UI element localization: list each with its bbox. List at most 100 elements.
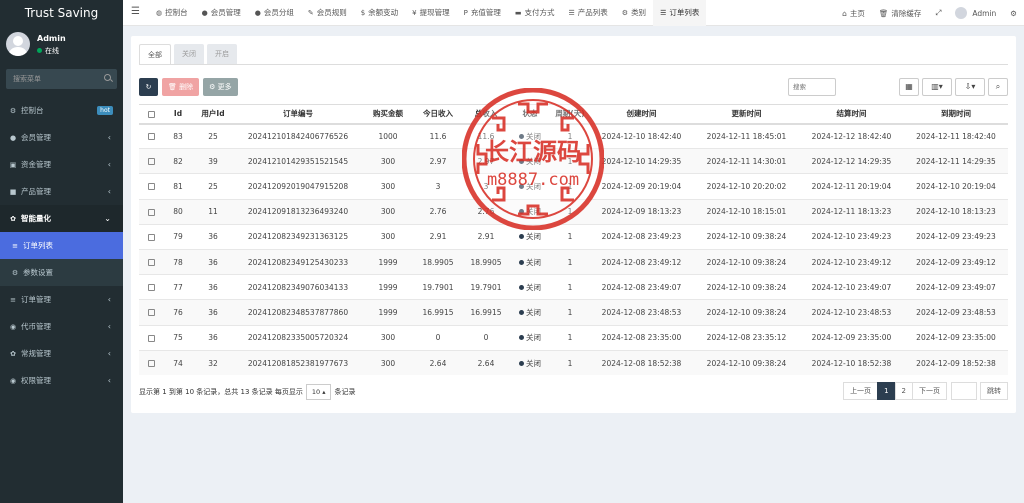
home-link[interactable]: ⌂ 主页 bbox=[835, 8, 872, 19]
tab-closed[interactable]: 关闭 bbox=[174, 44, 204, 64]
col-header[interactable]: 购买金额 bbox=[363, 104, 413, 125]
next-page-button[interactable]: 下一页 bbox=[912, 382, 947, 400]
prev-page-button[interactable]: 上一页 bbox=[843, 382, 879, 400]
col-header[interactable]: 状态 bbox=[509, 104, 551, 125]
table-row[interactable]: 75 36 202412082335005720324 300 0 0 关闭 1 2024-12… bbox=[139, 324, 1008, 351]
more-button[interactable]: ⚙ 更多 bbox=[203, 78, 238, 96]
status-label: 关闭 bbox=[526, 232, 541, 242]
table-cell: 2024-12-10 23:49:07 bbox=[799, 274, 904, 300]
sidebar-item-funds[interactable]: ▣ 资金管理 ‹ bbox=[0, 151, 123, 178]
clear-cache-button[interactable]: 🗑 清除缓存 bbox=[872, 8, 929, 19]
col-header[interactable]: 订单编号 bbox=[233, 104, 363, 125]
table-row[interactable]: 77 36 202412082349076034133 1999 19.7901 19.7… bbox=[139, 274, 1008, 300]
table-cell: 1000 bbox=[363, 122, 413, 149]
settings-button[interactable]: ⚙ bbox=[1003, 9, 1024, 18]
brand-logo[interactable]: Trust Saving bbox=[0, 0, 123, 26]
search-icon: ⌕ bbox=[995, 82, 1001, 91]
pager-info-text: 显示第 1 到第 10 条记录，总共 13 条记录 每页显示 bbox=[139, 388, 303, 396]
table-cell: 2.64 bbox=[463, 349, 509, 376]
table-row[interactable]: 74 32 202412081852381977673 300 2.64 2.64 关闭 1 2… bbox=[139, 349, 1008, 376]
sidebar-item-general[interactable]: ✿ 常规管理 ‹ bbox=[0, 340, 123, 367]
sidebar-item-dashboard[interactable]: ⚙ 控制台 hot bbox=[0, 97, 123, 124]
columns-button[interactable]: ▥▾ bbox=[922, 78, 952, 96]
table-row[interactable]: 79 36 202412082349231363125 300 2.91 2.91 关闭 1 2… bbox=[139, 223, 1008, 250]
col-header[interactable]: 周期(天) bbox=[551, 104, 589, 125]
tab-payment[interactable]: ▬ 支付方式 bbox=[508, 0, 562, 26]
toggle-view-button[interactable]: ▦ bbox=[899, 78, 919, 96]
tab-recharge[interactable]: P 充值管理 bbox=[457, 0, 508, 26]
sidebar-item-orders[interactable]: ≡ 订单管理 ‹ bbox=[0, 286, 123, 313]
sidebar-item-tokens[interactable]: ◉ 代币管理 ‹ bbox=[0, 313, 123, 340]
row-checkbox[interactable] bbox=[139, 349, 163, 376]
sidebar-item-permissions[interactable]: ◉ 权限管理 ‹ bbox=[0, 367, 123, 394]
tab-category[interactable]: ⚙ 类别 bbox=[615, 0, 653, 26]
search-button[interactable]: ⌕ bbox=[988, 78, 1008, 96]
sidebar-item-products[interactable]: ■ 产品管理 ‹ bbox=[0, 178, 123, 205]
sidebar-search-input[interactable] bbox=[6, 69, 96, 89]
sidebar-item-params[interactable]: ⚙ 参数设置 bbox=[0, 259, 123, 286]
tab-balance[interactable]: $ 余额变动 bbox=[354, 0, 405, 26]
page-jump-input[interactable] bbox=[951, 382, 977, 400]
table-row[interactable]: 76 36 202412082348537877860 1999 16.9915 16.9… bbox=[139, 299, 1008, 325]
tab-order-list[interactable]: ☰ 订单列表 bbox=[653, 0, 707, 26]
sidebar-item-members[interactable]: ● 会员管理 ‹ bbox=[0, 124, 123, 151]
delete-button[interactable]: 🗑 删除 bbox=[162, 78, 200, 96]
table-cell: 2024-12-08 23:48:53 bbox=[589, 299, 694, 325]
row-checkbox[interactable] bbox=[139, 274, 163, 300]
col-header[interactable]: 今日收入 bbox=[413, 104, 463, 125]
sidebar-item-quant[interactable]: ✿ 智能量化 ⌄ bbox=[0, 205, 123, 232]
table-row[interactable]: 80 11 202412091813236493240 300 2.76 2.76 关闭 1 2… bbox=[139, 198, 1008, 225]
sidebar-item-order-list[interactable]: ≡ 订单列表 bbox=[0, 232, 123, 259]
col-header[interactable]: 用户Id bbox=[193, 104, 233, 125]
tab-members[interactable]: ● 会员管理 bbox=[195, 0, 248, 26]
refresh-button[interactable]: ↻ bbox=[139, 78, 158, 96]
page-2-button[interactable]: 2 bbox=[894, 382, 913, 400]
menu-toggle-icon[interactable]: ☰ bbox=[131, 6, 140, 17]
col-header[interactable]: 更新时间 bbox=[694, 104, 799, 125]
col-header[interactable]: 总收入 bbox=[463, 104, 509, 125]
page-size-select[interactable]: 10 ▴ bbox=[305, 384, 332, 400]
row-checkbox[interactable] bbox=[139, 173, 163, 200]
page-1-button[interactable]: 1 bbox=[877, 382, 896, 400]
tab-dashboard[interactable]: ◍ 控制台 bbox=[149, 0, 195, 26]
tab-all[interactable]: 全部 bbox=[139, 44, 171, 64]
home-label: 主页 bbox=[849, 8, 865, 18]
page-jump-button[interactable]: 跳转 bbox=[980, 382, 1008, 400]
col-header[interactable]: 创建时间 bbox=[589, 104, 694, 125]
table-cell: 202412101842406776526 bbox=[233, 122, 363, 149]
table-cell: 2024-12-11 18:13:23 bbox=[799, 198, 904, 225]
table-row[interactable]: 78 36 202412082349125430233 1999 18.9905 18.9… bbox=[139, 248, 1008, 275]
table-cell: 300 bbox=[363, 223, 413, 250]
col-header[interactable]: 到期时间 bbox=[904, 104, 1008, 125]
tab-open[interactable]: 开启 bbox=[207, 44, 237, 64]
fullscreen-button[interactable]: ⤢ bbox=[928, 8, 948, 18]
tab-label: 支付方式 bbox=[524, 8, 555, 17]
row-checkbox[interactable] bbox=[139, 248, 163, 275]
export-button[interactable]: ⇩▾ bbox=[955, 78, 985, 96]
table-cell: 36 bbox=[193, 324, 233, 351]
table-row[interactable]: 81 25 202412092019047915208 300 3 3 关闭 1 2024-12… bbox=[139, 173, 1008, 200]
table-row[interactable]: 82 39 202412101429351521545 300 2.97 2.97 关闭 1 2… bbox=[139, 148, 1008, 174]
row-checkbox[interactable] bbox=[139, 324, 163, 351]
table-cell: 2024-12-08 23:49:12 bbox=[589, 248, 694, 275]
search-icon[interactable] bbox=[104, 74, 111, 81]
row-checkbox[interactable] bbox=[139, 122, 163, 149]
row-checkbox[interactable] bbox=[139, 223, 163, 250]
settings-icon: ⚙ bbox=[11, 269, 19, 277]
status-dot-icon bbox=[519, 360, 524, 366]
user-menu[interactable]: Admin bbox=[948, 7, 1003, 19]
tab-withdraw[interactable]: ¥ 提现管理 bbox=[405, 0, 456, 26]
col-header[interactable]: Id bbox=[163, 104, 193, 125]
table-search-input[interactable] bbox=[788, 78, 836, 96]
tab-member-groups[interactable]: ● 会员分组 bbox=[248, 0, 301, 26]
select-all-checkbox[interactable] bbox=[139, 104, 163, 125]
table-row[interactable]: 83 25 202412101842406776526 1000 11.6 11.6 关闭 1… bbox=[139, 122, 1008, 149]
col-header[interactable]: 结算时间 bbox=[799, 104, 904, 125]
tab-member-rules[interactable]: ✎ 会员规则 bbox=[301, 0, 354, 26]
tab-product-list[interactable]: ☰ 产品列表 bbox=[562, 0, 615, 26]
row-checkbox[interactable] bbox=[139, 148, 163, 174]
status-label: 关闭 bbox=[526, 156, 541, 166]
row-checkbox[interactable] bbox=[139, 299, 163, 325]
row-checkbox[interactable] bbox=[139, 198, 163, 225]
sidebar-item-label: 权限管理 bbox=[21, 376, 51, 385]
